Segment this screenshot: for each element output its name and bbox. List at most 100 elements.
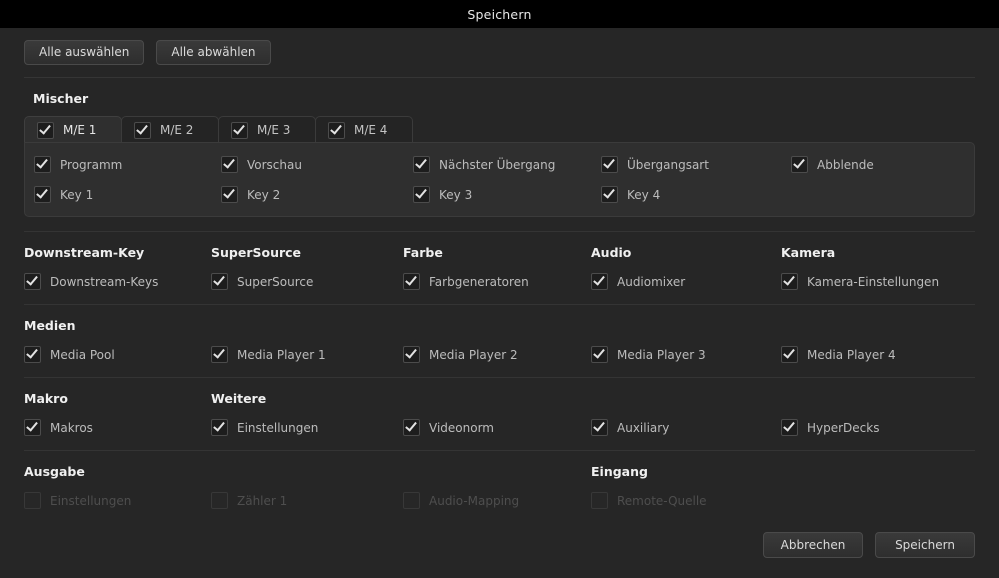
option-label: Key 3 bbox=[439, 188, 472, 202]
save-button[interactable]: Speichern bbox=[875, 532, 975, 558]
header-downstream-key: Downstream-Key bbox=[24, 245, 211, 260]
checkbox-key-1[interactable]: Key 1 bbox=[34, 186, 221, 203]
checkbox-auxiliary[interactable]: Auxiliary bbox=[591, 419, 781, 436]
dialog-footer: Abbrechen Speichern bbox=[763, 532, 975, 558]
tab-label: M/E 4 bbox=[354, 123, 387, 137]
checkbox-vorschau[interactable]: Vorschau bbox=[221, 156, 413, 173]
checkbox-key-2[interactable]: Key 2 bbox=[221, 186, 413, 203]
checkbox-ubergangsart[interactable]: Übergangsart bbox=[601, 156, 791, 173]
option-label: Programm bbox=[60, 158, 122, 172]
option-label: Downstream-Keys bbox=[50, 275, 158, 289]
option-label: HyperDecks bbox=[807, 421, 879, 435]
checkmark-icon bbox=[601, 156, 618, 173]
header-farbe: Farbe bbox=[403, 245, 591, 260]
checkbox-nachster-ubergang[interactable]: Nächster Übergang bbox=[413, 156, 601, 173]
checkbox-supersource[interactable]: SuperSource bbox=[211, 273, 403, 290]
checkmark-icon bbox=[221, 156, 238, 173]
option-label: Einstellungen bbox=[237, 421, 318, 435]
block-option-row: Downstream-Keys SuperSource Farbgeneratore… bbox=[24, 273, 975, 290]
checkmark-icon bbox=[37, 122, 54, 139]
checkmark-icon bbox=[24, 273, 41, 290]
tab-checkbox-m-e-4[interactable] bbox=[328, 122, 345, 139]
checkbox-programm[interactable]: Programm bbox=[34, 156, 221, 173]
tab-checkbox-m-e-3[interactable] bbox=[231, 122, 248, 139]
select-all-button[interactable]: Alle auswählen bbox=[24, 40, 144, 65]
selection-toolbar: Alle auswählen Alle abwählen bbox=[0, 28, 999, 65]
option-block: MedienMedia PoolMedia Player 1Media Play… bbox=[24, 305, 975, 363]
option-label: SuperSource bbox=[237, 275, 313, 289]
checkbox-audiomixer[interactable]: Audiomixer bbox=[591, 273, 781, 290]
checkbox-media-player-3[interactable]: Media Player 3 bbox=[591, 346, 781, 363]
checkmark-icon bbox=[328, 122, 345, 139]
tab-label: M/E 3 bbox=[257, 123, 290, 137]
option-label: Key 4 bbox=[627, 188, 660, 202]
checkmark-icon bbox=[34, 186, 51, 203]
checkbox-media-player-1[interactable]: Media Player 1 bbox=[211, 346, 403, 363]
checkmark-icon bbox=[221, 186, 238, 203]
mixer-tabs: M/E 1 M/E 2 M/E 3 M/E 4 bbox=[24, 115, 975, 143]
checkbox-abblende[interactable]: Abblende bbox=[791, 156, 974, 173]
mixer-option-row: Programm Vorschau Nächster Übergang Übergan… bbox=[25, 156, 974, 173]
option-blocks: Downstream-KeySuperSourceFarbeAudioKamer… bbox=[24, 231, 975, 509]
tab-checkbox-m-e-2[interactable] bbox=[134, 122, 151, 139]
checkbox-remote-quelle: Remote-Quelle bbox=[591, 492, 781, 509]
checkbox-videonorm[interactable]: Videonorm bbox=[403, 419, 591, 436]
mixer-option-row: Key 1Key 2 Key 3 Key 4 bbox=[25, 186, 974, 203]
header-supersource: SuperSource bbox=[211, 245, 403, 260]
checkmark-icon bbox=[34, 156, 51, 173]
option-block: Downstream-KeySuperSourceFarbeAudioKamer… bbox=[24, 232, 975, 290]
header-eingang: Eingang bbox=[591, 464, 781, 479]
checkmark-icon bbox=[781, 419, 798, 436]
checkbox-media-pool[interactable]: Media Pool bbox=[24, 346, 211, 363]
tab-m-e-4[interactable]: M/E 4 bbox=[315, 116, 413, 143]
checkmark-icon bbox=[413, 156, 430, 173]
checkbox-box-icon bbox=[403, 492, 420, 509]
checkbox-einstellungen: Einstellungen bbox=[24, 492, 211, 509]
checkmark-icon bbox=[591, 419, 608, 436]
checkbox-kamera-einstellungen[interactable]: Kamera-Einstellungen bbox=[781, 273, 975, 290]
tab-m-e-2[interactable]: M/E 2 bbox=[121, 116, 219, 143]
tab-m-e-3[interactable]: M/E 3 bbox=[218, 116, 316, 143]
checkbox-hyperdecks[interactable]: HyperDecks bbox=[781, 419, 975, 436]
block-option-row: EinstellungenZähler 1Audio-MappingRemote… bbox=[24, 492, 975, 509]
option-label: Farbgeneratoren bbox=[429, 275, 529, 289]
checkmark-icon bbox=[24, 346, 41, 363]
checkmark-icon bbox=[403, 346, 420, 363]
option-label: Abblende bbox=[817, 158, 874, 172]
checkmark-icon bbox=[403, 273, 420, 290]
option-label: Media Pool bbox=[50, 348, 115, 362]
checkbox-media-player-4[interactable]: Media Player 4 bbox=[781, 346, 975, 363]
option-label: Remote-Quelle bbox=[617, 494, 707, 508]
header-weitere: Weitere bbox=[211, 391, 403, 406]
checkbox-einstellungen[interactable]: Einstellungen bbox=[211, 419, 403, 436]
checkmark-icon bbox=[591, 273, 608, 290]
tab-m-e-1[interactable]: M/E 1 bbox=[24, 116, 122, 143]
checkbox-zahler-1: Zähler 1 bbox=[211, 492, 403, 509]
option-label: Einstellungen bbox=[50, 494, 131, 508]
option-label: Vorschau bbox=[247, 158, 302, 172]
checkmark-icon bbox=[24, 419, 41, 436]
checkmark-icon bbox=[781, 346, 798, 363]
mixer-section: Mischer M/E 1M/E 2M/E 3M/E 4 ProgrammVor… bbox=[24, 78, 975, 217]
dialog-content: Mischer M/E 1M/E 2M/E 3M/E 4 ProgrammVor… bbox=[0, 78, 999, 509]
checkbox-makros[interactable]: Makros bbox=[24, 419, 211, 436]
option-label: Videonorm bbox=[429, 421, 494, 435]
block-header-row: MakroWeitere bbox=[24, 391, 975, 406]
tab-label: M/E 2 bbox=[160, 123, 193, 137]
cancel-button[interactable]: Abbrechen bbox=[763, 532, 863, 558]
option-label: Media Player 2 bbox=[429, 348, 518, 362]
deselect-all-button[interactable]: Alle abwählen bbox=[156, 40, 270, 65]
tab-checkbox-m-e-1[interactable] bbox=[37, 122, 54, 139]
checkmark-icon bbox=[781, 273, 798, 290]
option-label: Nächster Übergang bbox=[439, 158, 555, 172]
checkbox-farbgeneratoren[interactable]: Farbgeneratoren bbox=[403, 273, 591, 290]
checkbox-key-4[interactable]: Key 4 bbox=[601, 186, 791, 203]
save-dialog: Speichern Alle auswählen Alle abwählen M… bbox=[0, 0, 999, 578]
checkbox-downstream-keys[interactable]: Downstream-Keys bbox=[24, 273, 211, 290]
option-label: Audiomixer bbox=[617, 275, 685, 289]
checkbox-media-player-2[interactable]: Media Player 2 bbox=[403, 346, 591, 363]
checkmark-icon bbox=[231, 122, 248, 139]
checkbox-key-3[interactable]: Key 3 bbox=[413, 186, 601, 203]
checkmark-icon bbox=[791, 156, 808, 173]
header-makro: Makro bbox=[24, 391, 211, 406]
